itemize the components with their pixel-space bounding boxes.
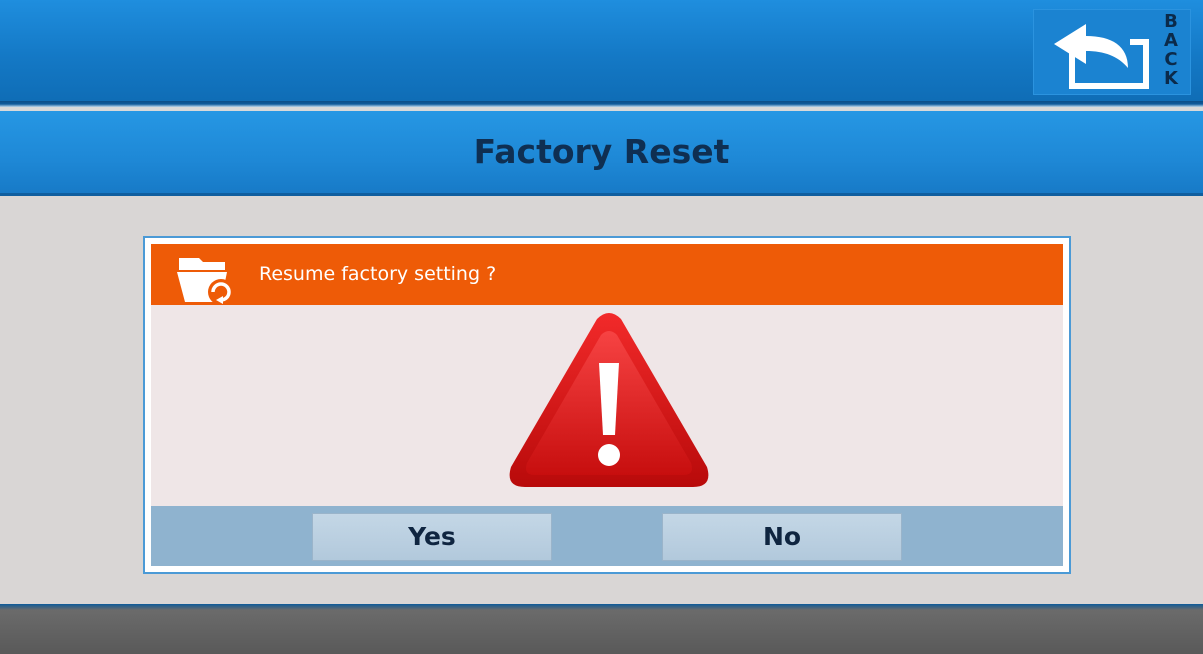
no-button[interactable]: No: [662, 513, 902, 561]
dialog-body: Resume factory setting ? Yes No: [151, 244, 1063, 566]
bottom-bar: [0, 604, 1203, 654]
warning-triangle-icon: [509, 313, 709, 487]
back-letter: K: [1164, 68, 1178, 89]
confirm-dialog: Resume factory setting ? Yes No: [143, 236, 1071, 574]
back-letter: A: [1164, 30, 1178, 51]
top-bar-divider: [0, 101, 1203, 107]
page-title: Factory Reset: [473, 132, 730, 171]
top-bar: B A C K: [0, 0, 1203, 101]
back-button[interactable]: B A C K: [1033, 9, 1191, 95]
back-letter: B: [1164, 11, 1178, 32]
dialog-button-bar: Yes No: [151, 506, 1063, 566]
back-letter: C: [1164, 49, 1178, 70]
folder-refresh-icon: [177, 258, 234, 305]
back-label: B A C K: [1158, 12, 1184, 88]
dialog-title: Resume factory setting ?: [259, 263, 497, 285]
title-bar: Factory Reset: [0, 111, 1203, 196]
yes-button[interactable]: Yes: [312, 513, 552, 561]
back-arrow-icon: [1054, 24, 1149, 89]
dialog-header: Resume factory setting ?: [151, 244, 1063, 305]
